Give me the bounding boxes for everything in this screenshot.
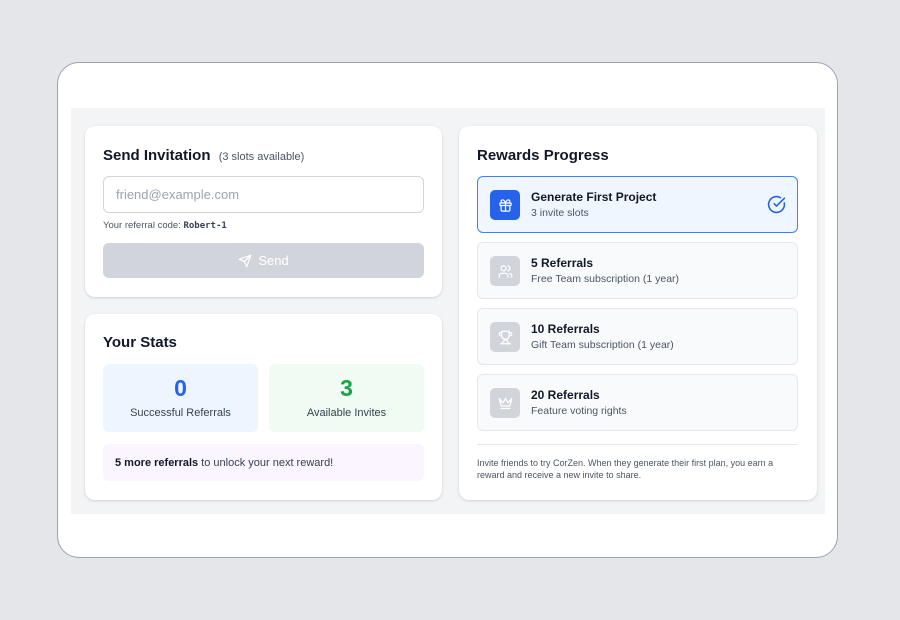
available-invites-label: Available Invites <box>306 407 387 419</box>
reward-subtitle: Free Team subscription (1 year) <box>531 273 680 285</box>
reward-subtitle: 3 invite slots <box>531 207 589 219</box>
trophy-icon <box>490 322 520 352</box>
divider <box>477 444 798 445</box>
app-window: Send Invitation (3 slots available) Your… <box>57 62 838 558</box>
rewards-progress-title: Rewards Progress <box>477 147 609 164</box>
referral-code-value: Robert-1 <box>183 221 227 231</box>
check-circle-icon <box>767 195 786 214</box>
successful-referrals-label: Successful Referrals <box>130 407 231 419</box>
reward-title: 10 Referrals <box>531 322 600 336</box>
available-invites-value: 3 <box>340 375 353 401</box>
successful-referrals-stat: 0 Successful Referrals <box>103 364 258 432</box>
gift-icon <box>490 190 520 220</box>
send-invitation-card: Send Invitation (3 slots available) Your… <box>85 126 442 297</box>
reward-item-20-referrals: 20 Referrals Feature voting rights <box>477 374 798 431</box>
next-reward-text: to unlock your next reward! <box>201 456 334 469</box>
referral-code-label: Your referral code: <box>103 220 181 231</box>
reward-subtitle: Gift Team subscription (1 year) <box>531 339 674 351</box>
reward-item-10-referrals: 10 Referrals Gift Team subscription (1 y… <box>477 308 798 365</box>
send-button-label: Send <box>258 253 289 268</box>
reward-title: Generate First Project <box>531 190 657 204</box>
referral-code-line: Your referral code: Robert-1 <box>103 220 227 231</box>
friend-email-input[interactable] <box>103 176 424 213</box>
rewards-footer-note: Invite friends to try CorZen. When they … <box>477 458 774 480</box>
users-icon <box>490 256 520 286</box>
crown-icon <box>490 388 520 418</box>
referral-page: Send Invitation (3 slots available) Your… <box>71 108 825 514</box>
your-stats-title: Your Stats <box>103 334 177 351</box>
reward-title: 5 Referrals <box>531 256 594 270</box>
your-stats-card: Your Stats 0 Successful Referrals 3 Avai… <box>85 314 442 500</box>
reward-item-5-referrals: 5 Referrals Free Team subscription (1 ye… <box>477 242 798 299</box>
send-invitation-heading: Send Invitation <box>103 147 211 164</box>
rewards-progress-card: Rewards Progress Generate First Project … <box>459 126 817 500</box>
reward-subtitle: Feature voting rights <box>531 405 627 417</box>
next-reward-count: 5 more referrals <box>115 456 199 469</box>
send-icon <box>238 254 252 267</box>
successful-referrals-value: 0 <box>174 375 187 401</box>
send-invitation-title: Send Invitation (3 slots available) <box>103 147 304 164</box>
reward-item-first-project: Generate First Project 3 invite slots <box>477 176 798 233</box>
next-reward-banner: 5 more referrals to unlock your next rew… <box>103 444 424 481</box>
slots-available-note: (3 slots available) <box>218 151 305 163</box>
reward-title: 20 Referrals <box>531 388 600 402</box>
available-invites-stat: 3 Available Invites <box>269 364 424 432</box>
send-button[interactable]: Send <box>103 243 424 278</box>
